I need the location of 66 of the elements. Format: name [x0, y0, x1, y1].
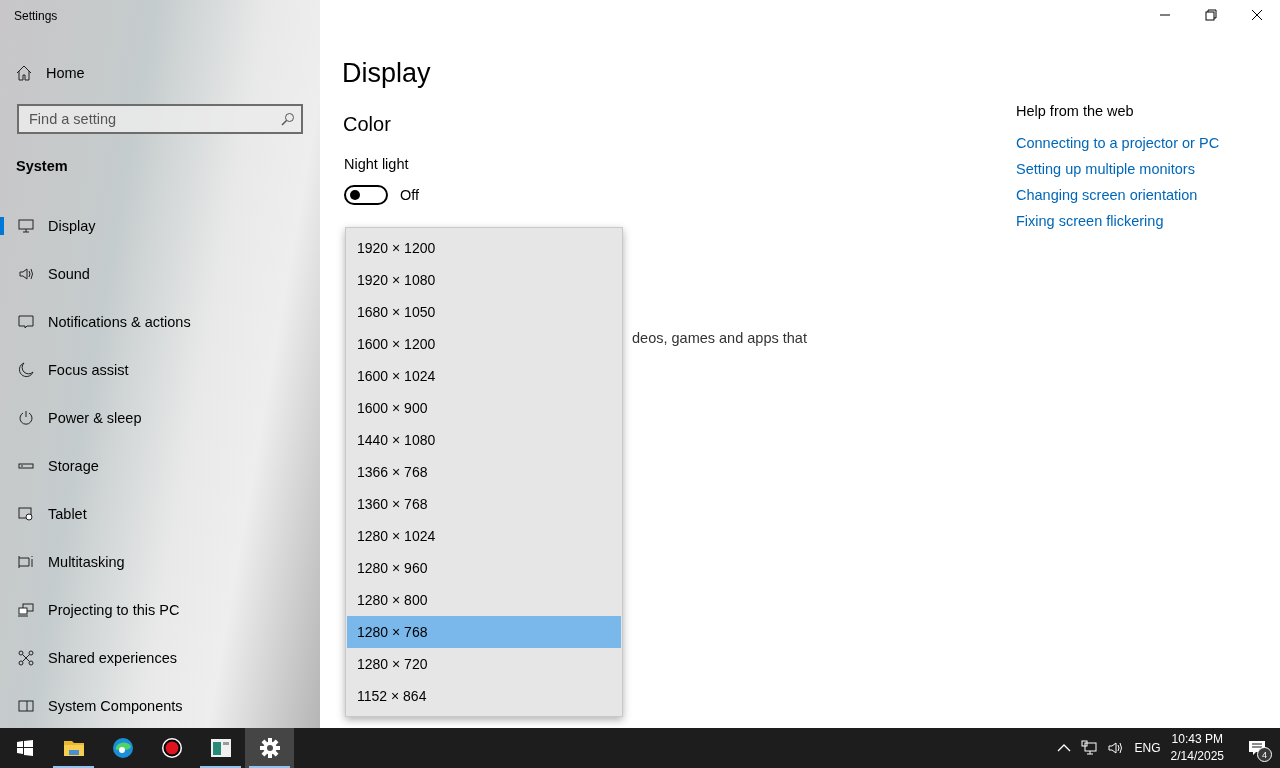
- help-link[interactable]: Fixing screen flickering: [1016, 213, 1164, 229]
- record-icon: [159, 736, 184, 760]
- start-icon[interactable]: [16, 740, 33, 756]
- dropdown-option[interactable]: 1280 × 960: [347, 552, 621, 584]
- toggle-state: Off: [400, 187, 420, 203]
- network-nodes-icon: [18, 650, 34, 666]
- dropdown-option[interactable]: 1280 × 800: [347, 584, 621, 616]
- sidebar-item[interactable]: Storage: [0, 442, 320, 490]
- browser-icon: [110, 736, 135, 760]
- description-text: deos, games and apps that: [632, 330, 807, 346]
- panel-icon: [18, 698, 34, 714]
- sidebar-item[interactable]: Tablet: [0, 490, 320, 538]
- dropdown-option[interactable]: 1920 × 1200: [347, 232, 621, 264]
- dropdown-option[interactable]: 1600 × 1024: [347, 360, 621, 392]
- sidebar-item[interactable]: Projecting to this PC: [0, 586, 320, 634]
- help-link[interactable]: Setting up multiple monitors: [1016, 161, 1195, 177]
- tablet-icon: [18, 506, 34, 522]
- settings-icon: [257, 736, 282, 760]
- speaker-icon[interactable]: [1106, 740, 1125, 756]
- dropdown-option[interactable]: 1600 × 1200: [347, 328, 621, 360]
- help-link[interactable]: Connecting to a projector or PC: [1016, 135, 1220, 151]
- window-title: Settings: [13, 8, 58, 25]
- dropdown-option[interactable]: 1920 × 1080: [347, 264, 621, 296]
- language-indicator[interactable]: ENG: [1134, 741, 1161, 755]
- sidebar-item[interactable]: Notifications & actions: [0, 298, 320, 346]
- page-title: Display: [342, 58, 431, 89]
- sidebar-item[interactable]: Power & sleep: [0, 394, 320, 442]
- monitor-icon: [18, 218, 34, 234]
- speaker-icon: [18, 266, 34, 282]
- notification-count: 4: [1257, 747, 1272, 762]
- restore-icon[interactable]: [1205, 9, 1217, 21]
- sidebar-item[interactable]: Multitasking: [0, 538, 320, 586]
- home-icon: [16, 65, 32, 81]
- sidebar-item[interactable]: Shared experiences: [0, 634, 320, 682]
- search-field[interactable]: Find a setting: [17, 104, 303, 134]
- clock[interactable]: 10:43 PM 2/14/2025: [1170, 731, 1224, 765]
- message-icon: [18, 314, 34, 330]
- help-link[interactable]: Changing screen orientation: [1016, 187, 1198, 203]
- setting-label: Night light: [344, 156, 409, 172]
- home-link[interactable]: Home: [16, 64, 320, 82]
- taskbar-app[interactable]: [245, 728, 294, 768]
- dropdown-option[interactable]: 1440 × 1080: [347, 424, 621, 456]
- sidebar-item[interactable]: Sound: [0, 250, 320, 298]
- network-icon[interactable]: [1080, 740, 1097, 756]
- moon-icon: [18, 362, 34, 378]
- close-icon[interactable]: [1251, 9, 1263, 21]
- dropdown-option[interactable]: 1360 × 768: [347, 488, 621, 520]
- multitasking-icon: [18, 554, 34, 570]
- dropdown-option[interactable]: 1280 × 1024: [347, 520, 621, 552]
- dropdown-option[interactable]: 1600 × 900: [347, 392, 621, 424]
- section-heading: Color: [343, 113, 391, 136]
- dropdown-option[interactable]: 1680 × 1050: [347, 296, 621, 328]
- dropdown-option[interactable]: 1366 × 768: [347, 456, 621, 488]
- power-icon: [18, 410, 34, 426]
- dropdown-option[interactable]: 1280 × 720: [347, 648, 621, 680]
- section-heading: System: [16, 158, 68, 174]
- search-icon: [281, 112, 295, 126]
- dropdown-option[interactable]: 1152 × 864: [347, 680, 621, 712]
- app-window-icon: [208, 736, 233, 760]
- sidebar-item[interactable]: Focus assist: [0, 346, 320, 394]
- sidebar-item[interactable]: Display: [0, 202, 320, 250]
- toggle-switch[interactable]: [344, 185, 388, 205]
- sidebar-item[interactable]: System Components: [0, 682, 320, 730]
- help-heading: Help from the web: [1016, 103, 1134, 119]
- projecting-icon: [18, 602, 34, 618]
- dropdown-option[interactable]: 1280 × 768: [347, 616, 621, 648]
